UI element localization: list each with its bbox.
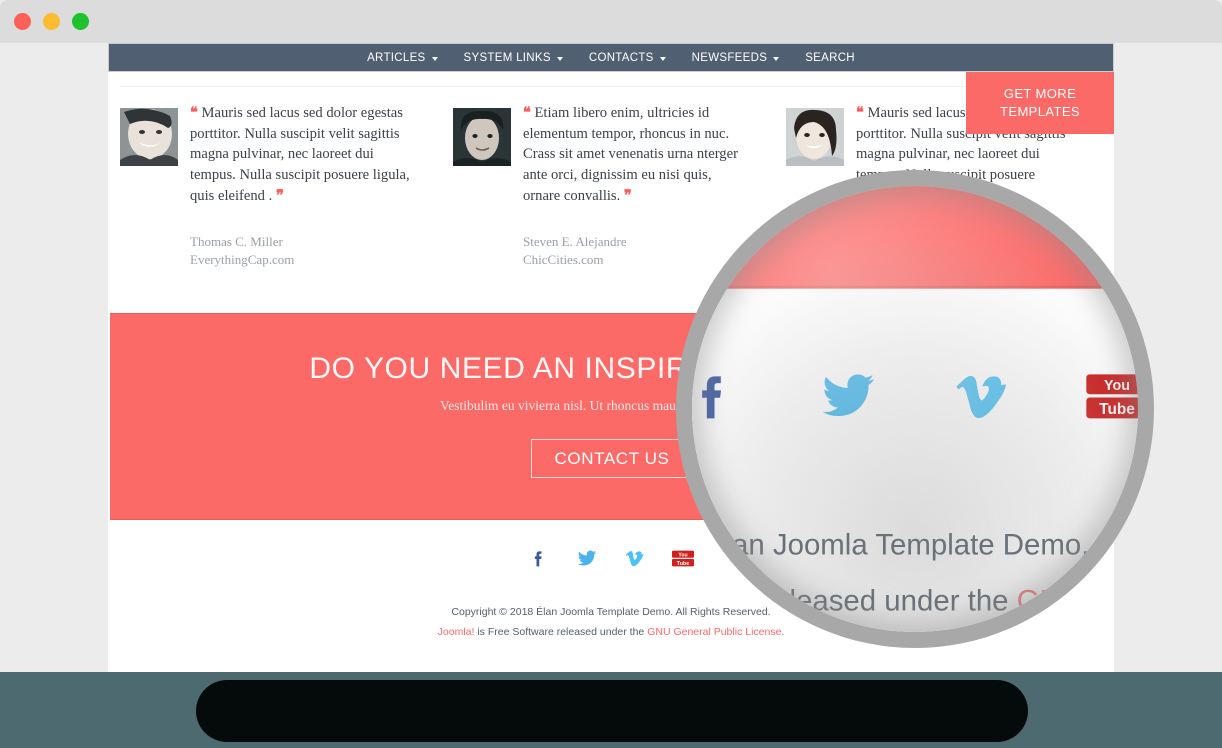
svg-text:You: You (678, 552, 687, 558)
facebook-icon[interactable] (692, 359, 750, 432)
testimonial-body: ❝ Mauris sed lacus sed dolor egestas por… (178, 103, 412, 333)
nav-item-label: SEARCH (805, 51, 855, 64)
maximize-window-button[interactable] (72, 13, 89, 30)
nav-item-label: SYSTEM LINKS (463, 51, 551, 64)
license-mid-text: is Free Software released under the (474, 625, 648, 638)
svg-text:Tube: Tube (1099, 400, 1135, 417)
testimonial-author-site: EverythingCap.com (190, 252, 295, 268)
youtube-icon[interactable]: You Tube (1080, 359, 1138, 432)
testimonial-author: Thomas C. Miller EverythingCap.com (190, 233, 412, 271)
close-window-button[interactable] (14, 13, 31, 30)
twitter-icon[interactable] (574, 545, 600, 571)
main-navigation[interactable]: ARTICLES SYSTEM LINKS CONTACTS NEWSFEEDS… (108, 43, 1114, 72)
minimize-window-button[interactable] (43, 13, 60, 30)
avatar (786, 108, 844, 166)
license-mid-text: is Free Software released under the (692, 585, 1009, 619)
testimonial-author-name: Thomas C. Miller (190, 233, 283, 249)
promo-line-2: TEMPLATES (1000, 104, 1080, 119)
testimonial-quote: ❝ Mauris sed lacus sed dolor egestas por… (190, 103, 412, 207)
vimeo-icon[interactable] (946, 359, 1019, 432)
chevron-down-icon (431, 56, 438, 61)
nav-item-newsfeeds[interactable]: NEWSFEEDS (679, 52, 793, 64)
vimeo-icon[interactable] (622, 545, 648, 571)
magnifier-lens-glass: You Tube Copyright © 2018 Élan Joomla Te… (692, 186, 1138, 632)
chevron-down-icon (659, 56, 666, 61)
svg-text:Tube: Tube (677, 560, 690, 566)
license-line: Joomla! is Free Software released under … (692, 577, 1138, 632)
facebook-icon[interactable] (526, 545, 552, 571)
magnifier-lens[interactable]: You Tube Copyright © 2018 Élan Joomla Te… (676, 170, 1154, 648)
testimonial-card: ❝ Mauris sed lacus sed dolor egestas por… (108, 103, 441, 333)
testimonial-quote-text: Mauris sed lacus sed dolor egestas portt… (190, 105, 410, 204)
nav-item-system-links[interactable]: SYSTEM LINKS (451, 52, 576, 64)
chevron-down-icon (556, 56, 563, 61)
magnified-page: You Tube Copyright © 2018 Élan Joomla Te… (692, 186, 1138, 632)
magnified-content: You Tube Copyright © 2018 Élan Joomla Te… (692, 186, 1138, 632)
get-more-templates-button[interactable]: GET MORE TEMPLATES (966, 72, 1114, 134)
nav-item-label: ARTICLES (367, 51, 426, 64)
contact-us-button[interactable]: CONTACT US (531, 439, 693, 478)
man-smiling-photo (120, 108, 178, 166)
avatar (120, 108, 178, 166)
open-quote-icon: ❝ (523, 105, 531, 121)
promo-line-1: GET MORE (1003, 85, 1077, 101)
avatar (453, 108, 511, 166)
man-curly-hair-photo (453, 108, 511, 166)
open-quote-icon: ❝ (190, 105, 198, 121)
device-bottom-pill (196, 680, 1028, 742)
magnified-cta-band (692, 186, 1138, 289)
copyright-line: Copyright © 2018 Élan Joomla Template De… (692, 529, 1138, 563)
nav-item-label: NEWSFEEDS (691, 51, 768, 64)
magnified-footer-social: You Tube (692, 359, 1138, 432)
magnified-footer-copyright: Copyright © 2018 Élan Joomla Template De… (692, 521, 1138, 632)
open-quote-icon: ❝ (856, 105, 864, 121)
close-quote-icon: ❞ (275, 187, 284, 204)
nav-item-search[interactable]: SEARCH (792, 52, 868, 64)
nav-item-articles[interactable]: ARTICLES (354, 52, 450, 64)
svg-text:You: You (1104, 377, 1130, 393)
joomla-link[interactable]: Joomla! (438, 626, 475, 638)
chevron-down-icon (773, 56, 780, 61)
gnu-license-link[interactable]: GNU General Public License. (1016, 585, 1138, 619)
twitter-icon[interactable] (811, 359, 884, 432)
nav-item-label: CONTACTS (588, 51, 654, 64)
window-title-bar (0, 0, 1222, 43)
close-quote-icon: ❞ (623, 187, 632, 204)
nav-item-contacts[interactable]: CONTACTS (576, 52, 679, 64)
section-divider (120, 86, 1102, 87)
woman-smiling-photo (786, 108, 844, 166)
traffic-light-group (14, 13, 89, 30)
